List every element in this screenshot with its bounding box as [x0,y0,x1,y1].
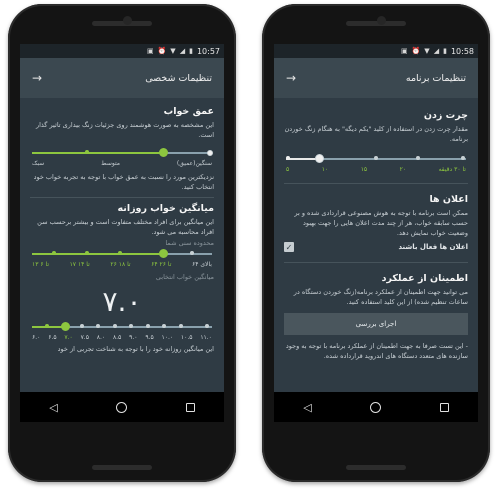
sleep-depth-note: نزدیکترین مورد را نسبت به عمق خواب با تو… [33,173,214,191]
back-nav-icon[interactable]: ◁ [303,401,311,414]
recents-nav-icon[interactable] [185,402,195,412]
snooze-labels: ۵ ۱۰ ۱۵ ۲۰ تا ۳۰ دقیقه [286,166,466,173]
nav-bar: ◁ [274,392,478,422]
clock: 10:57 [196,46,220,56]
back-arrow-icon[interactable]: → [286,71,296,85]
age-range-thumb[interactable] [158,249,168,258]
page-title: تنظیمات برنامه [405,72,466,84]
screenshot-icon: ▣ [146,47,154,55]
notices-checkbox[interactable]: ✓ [284,242,294,252]
signal-icon: ◢ [179,47,186,55]
battery-icon: ▮ [189,47,193,55]
phone-left: ▣ ⏰ ▼ ◢ ▮ 10:57 تنظیمات شخصی → عمق خواب … [8,4,236,482]
avg-sleep-desc: این میانگین برای افراد مختلف متفاوت است … [37,218,214,236]
app-bar: تنظیمات شخصی → [20,58,224,98]
wifi-icon: ▼ [170,47,176,55]
signal-icon: ◢ [433,47,440,55]
nav-bar: ◁ [20,392,224,422]
chosen-avg-label: میانگین خواب انتخابی [155,273,214,281]
front-camera [123,16,132,25]
avg-sleep-thumb[interactable] [61,322,71,331]
wifi-icon: ▼ [424,47,430,55]
avg-sleep-footer: این میانگین روزانه خود را با توجه به شنا… [57,345,214,353]
sleep-depth-labels: سبک متوسط سنگین(عمیق) [32,160,212,167]
phone-right: ▣ ⏰ ▼ ◢ ▮ 10:58 تنظیمات برنامه → چرت زدن… [262,4,490,482]
divider [284,262,468,263]
age-range-labels: ۱۳ تا ۶ ۱۷ تا ۱۴ ۲۶ تا ۱۸ ۶۴ تا ۲۶ بالای… [32,261,212,268]
divider [284,183,468,184]
status-bar: ▣ ⏰ ▼ ◢ ▮ 10:58 [274,44,478,58]
clock: 10:58 [450,46,474,56]
sleep-depth-slider[interactable] [30,146,214,160]
avg-sleep-labels: ۶.۰ ۶.۵ ۷.۰ ۷.۵ ۸.۰ ۸.۵ ۹.۰ ۹.۵ ۱۰.۰ ۱۰.… [32,334,212,341]
chosen-avg-value: ۷.۰ [102,285,142,318]
status-bar: ▣ ⏰ ▼ ◢ ▮ 10:57 [20,44,224,58]
front-camera [377,16,386,25]
snooze-slider[interactable] [284,152,468,166]
snooze-desc: مقدار چرت زدن در استفاده از کلید "یکم دی… [284,125,468,143]
age-range-label: محدوده سنی شما [165,239,214,247]
avg-sleep-slider[interactable] [30,320,214,334]
sleep-depth-thumb[interactable] [158,148,168,157]
notices-check-row[interactable]: اعلان ها فعال باشند ✓ [284,242,468,252]
screen-app-settings: ▣ ⏰ ▼ ◢ ▮ 10:58 تنظیمات برنامه → چرت زدن… [274,44,478,422]
back-arrow-icon[interactable]: → [32,71,42,85]
app-bar: تنظیمات برنامه → [274,58,478,98]
divider [30,197,214,198]
perf-desc: می توانید جهت اطمینان از عملکرد برنامه(ز… [293,288,468,306]
speaker-grille-bottom [346,465,406,470]
run-check-button[interactable]: اجرای بررسی [284,313,468,335]
alarm-icon: ⏰ [411,47,421,55]
sleep-depth-title: عمق خواب [163,106,214,117]
recents-nav-icon[interactable] [439,402,449,412]
notices-title: اعلان ها [429,194,468,205]
speaker-grille [92,21,152,26]
screenshot-icon: ▣ [400,47,408,55]
sleep-depth-desc: این مشخصه به صورت هوشمند روی جزئیات زنگ … [35,121,214,139]
notices-desc: ممکن است برنامه با توجه به هوش مصنوعی قر… [294,209,468,237]
perf-title: اطمینان از عملکرد [381,273,468,284]
snooze-title: چرت زدن [423,110,468,121]
battery-icon: ▮ [443,47,447,55]
page-title: تنظیمات شخصی [145,72,212,84]
screen-personal-settings: ▣ ⏰ ▼ ◢ ▮ 10:57 تنظیمات شخصی → عمق خواب … [20,44,224,422]
speaker-grille [346,21,406,26]
check-icon: ✓ [285,242,293,252]
perf-footer: - این تست صرفا به جهت اطمینان از عملکرد … [285,342,468,360]
home-nav-icon[interactable] [116,401,128,413]
home-nav-icon[interactable] [370,401,382,413]
notices-check-label: اعلان ها فعال باشند [398,243,468,251]
avg-sleep-title: میانگین خواب روزانه [117,203,215,214]
age-range-slider[interactable] [30,247,214,261]
back-nav-icon[interactable]: ◁ [49,401,57,414]
snooze-thumb[interactable] [315,154,325,163]
speaker-grille-bottom [92,465,152,470]
alarm-icon: ⏰ [157,47,167,55]
